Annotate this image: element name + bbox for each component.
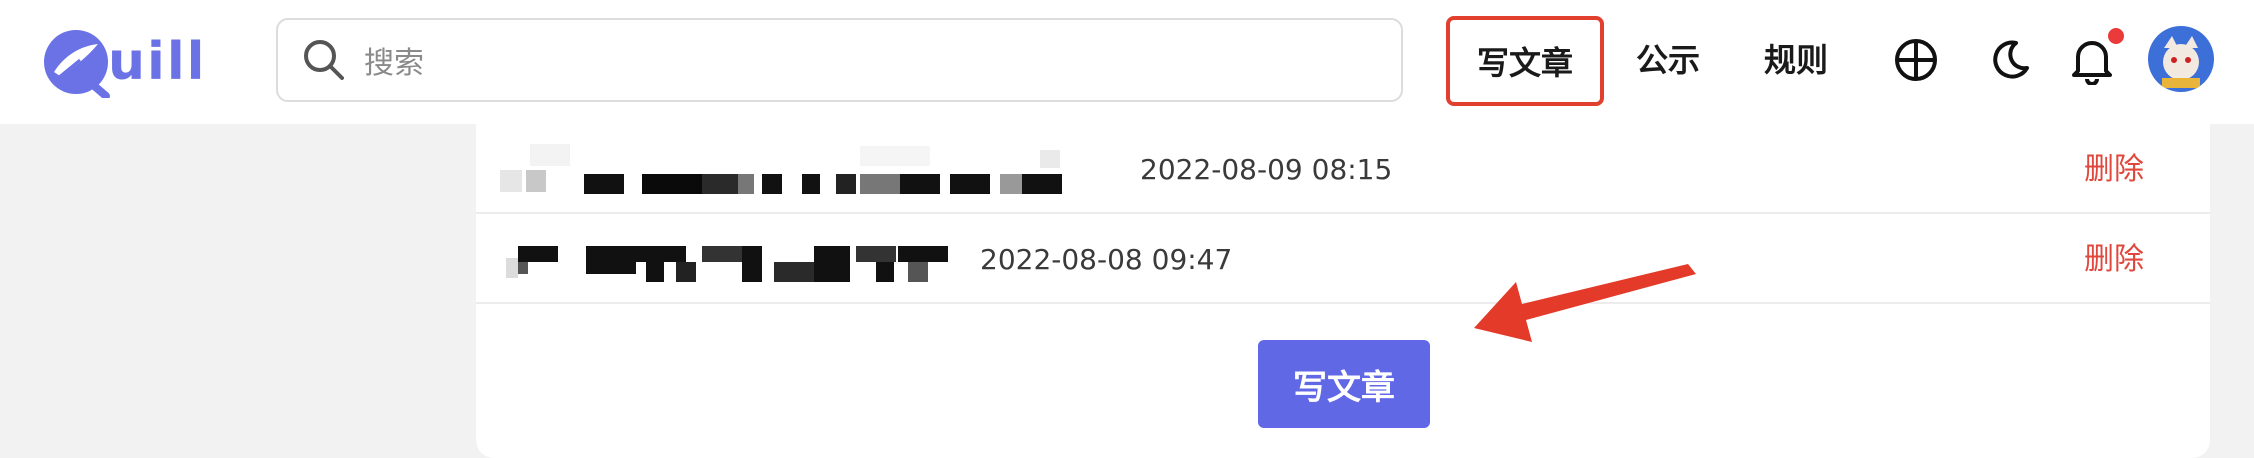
user-avatar[interactable] xyxy=(2148,26,2214,92)
quill-logo-icon xyxy=(44,30,110,98)
globe-icon xyxy=(1895,39,1937,81)
search-bar[interactable]: 搜索 xyxy=(276,18,1403,102)
search-placeholder: 搜索 xyxy=(364,46,424,81)
annotation-arrow xyxy=(1474,264,1696,342)
quill-logo[interactable]: uill xyxy=(40,26,207,98)
article-title-redacted[interactable] xyxy=(506,234,976,284)
write-article-button[interactable]: 写文章 xyxy=(1258,340,1430,428)
bell-icon xyxy=(2072,41,2112,85)
logo-text: uill xyxy=(108,32,207,92)
article-row: 2022-08-08 09:47 删除 xyxy=(476,214,2210,304)
language-button[interactable] xyxy=(1886,30,1946,90)
search-icon xyxy=(304,40,344,80)
nav-rules[interactable]: 规则 xyxy=(1764,36,1828,84)
moon-icon xyxy=(1993,40,2029,79)
nav-write-article[interactable]: 写文章 xyxy=(1446,16,1604,106)
top-navigation-bar: uill 搜索 写文章 公示 规则 xyxy=(0,0,2254,124)
article-date: 2022-08-08 09:47 xyxy=(980,243,1233,276)
notification-badge xyxy=(2108,28,2124,44)
article-date: 2022-08-09 08:15 xyxy=(1140,153,1393,186)
article-row: 2022-08-09 08:15 删除 xyxy=(476,124,2210,214)
dark-mode-toggle[interactable] xyxy=(1980,30,2040,90)
delete-button[interactable]: 删除 xyxy=(2084,150,2144,190)
article-title-redacted[interactable] xyxy=(480,144,1110,194)
avatar-image xyxy=(2148,26,2214,92)
nav-announcement[interactable]: 公示 xyxy=(1636,36,1700,84)
delete-button[interactable]: 删除 xyxy=(2084,240,2144,280)
